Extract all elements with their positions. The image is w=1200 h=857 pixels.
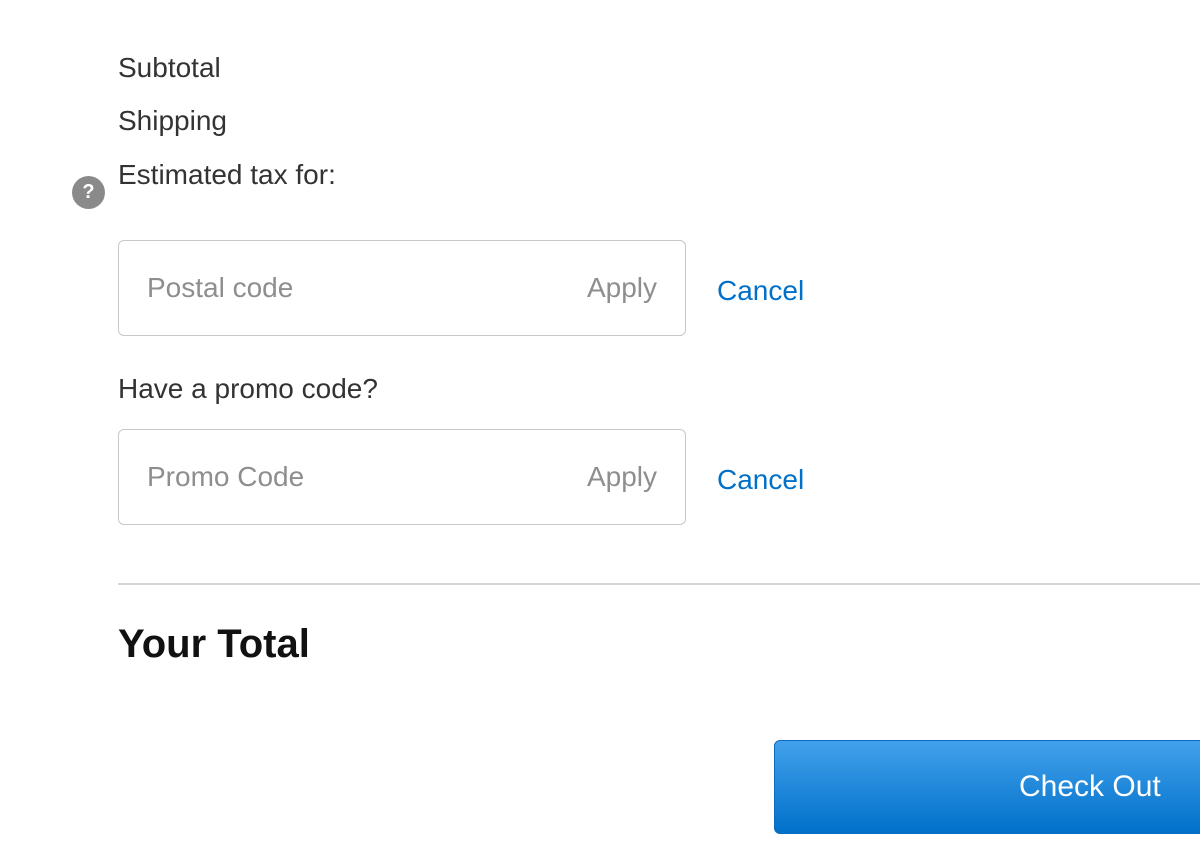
promo-code-question: Have a promo code? [118, 373, 378, 404]
your-total-heading: Your Total [118, 622, 310, 666]
check-out-label: Check Out [1019, 770, 1161, 803]
promo-apply-button[interactable]: Apply [587, 430, 657, 524]
estimated-tax-label: Estimated tax for: [118, 159, 336, 190]
postal-cancel-link[interactable]: Cancel [717, 274, 804, 308]
postal-code-input[interactable] [147, 241, 547, 335]
question-circle-icon[interactable]: ? [72, 176, 105, 209]
promo-code-field: Apply [118, 429, 686, 525]
shipping-label: Shipping [118, 105, 227, 136]
check-out-button[interactable]: Check Out [774, 740, 1200, 834]
subtotal-label: Subtotal [118, 52, 221, 83]
postal-apply-button[interactable]: Apply [587, 241, 657, 335]
divider [118, 583, 1200, 585]
promo-cancel-link[interactable]: Cancel [717, 463, 804, 497]
postal-code-field: Apply [118, 240, 686, 336]
promo-code-input[interactable] [147, 430, 547, 524]
